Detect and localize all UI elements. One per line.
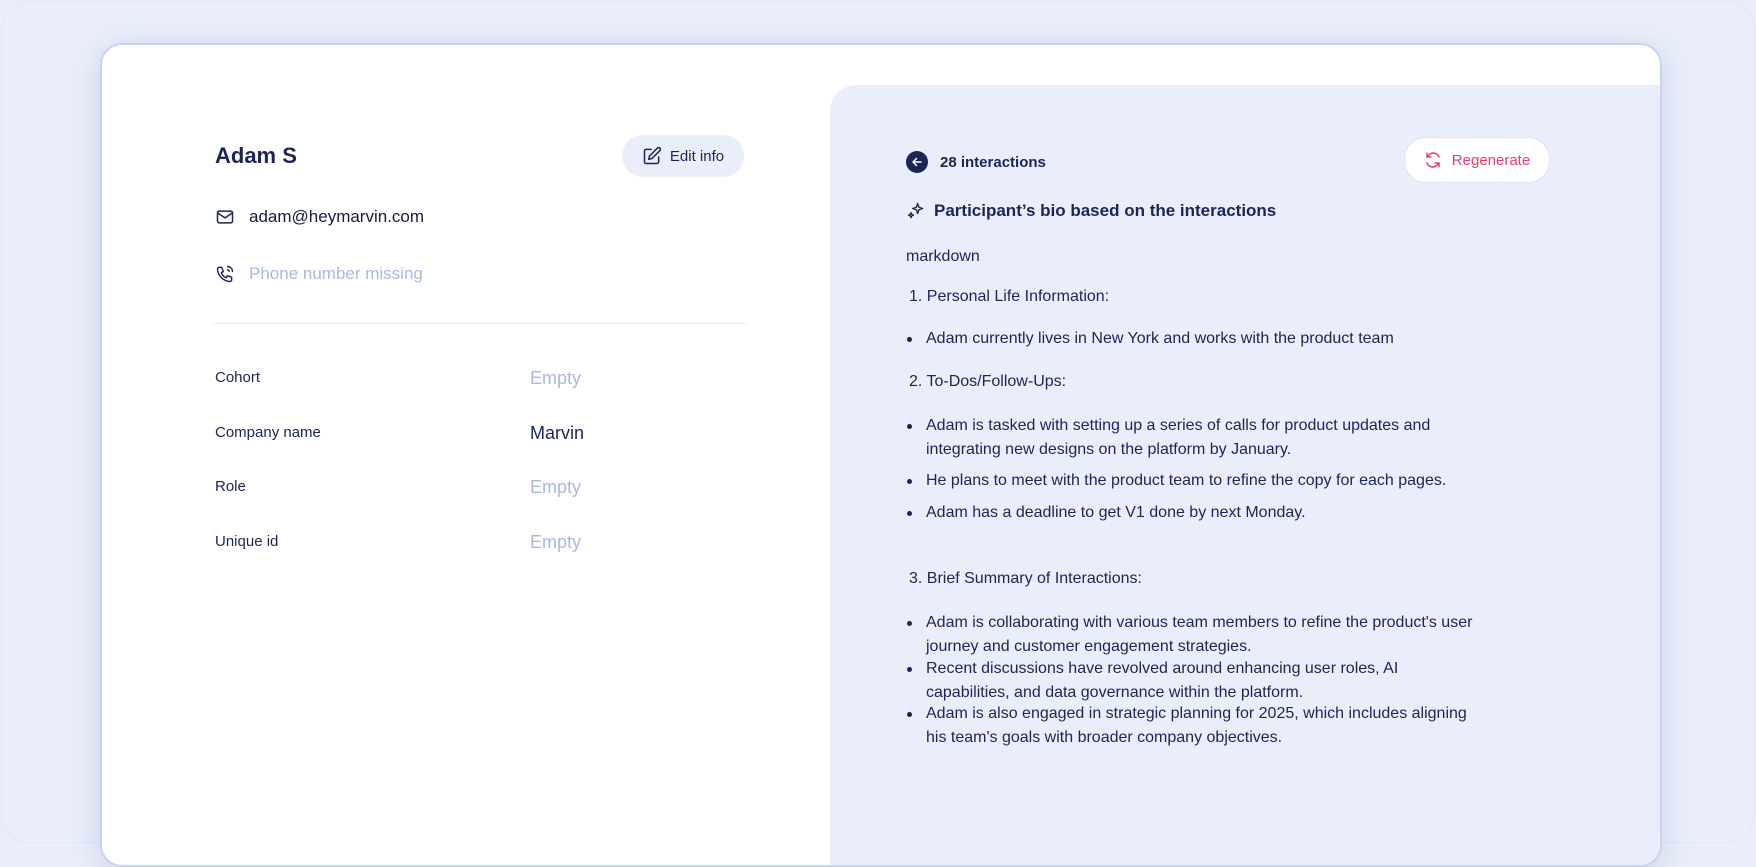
arrow-left-circle-icon (906, 151, 928, 173)
field-label-unique-id: Unique id (215, 533, 279, 550)
interactions-back-link[interactable]: 28 interactions (906, 151, 1046, 173)
refresh-icon (1424, 151, 1442, 169)
list-item: Adam has a deadline to get V1 done by ne… (906, 501, 1486, 525)
participant-card: Adam S Edit info adam@heymarvin.com Phon… (100, 43, 1662, 867)
pencil-square-icon (642, 146, 662, 166)
regenerate-label: Regenerate (1451, 151, 1531, 169)
section-heading-3: 3. Brief Summary of Interactions: (909, 570, 1142, 587)
envelope-icon (215, 207, 235, 227)
field-label-company-name: Company name (215, 424, 321, 441)
field-value-role[interactable]: Empty (530, 477, 581, 498)
list-item: Adam is also engaged in strategic planni… (906, 702, 1486, 750)
phone-placeholder[interactable]: Phone number missing (249, 264, 423, 284)
list-item: Recent discussions have revolved around … (906, 657, 1486, 705)
list-item: Adam is collaborating with various team … (906, 611, 1486, 659)
edit-info-label: Edit info (669, 147, 725, 165)
field-label-cohort: Cohort (215, 369, 261, 386)
email-row: adam@heymarvin.com (215, 207, 424, 227)
section-heading-2: 2. To-Dos/Follow-Ups: (909, 373, 1067, 390)
field-label-role: Role (215, 478, 246, 495)
section-heading-1: 1. Personal Life Information: (909, 288, 1110, 305)
bio-heading: Participant’s bio based on the interacti… (906, 200, 1276, 222)
field-value-cohort[interactable]: Empty (530, 368, 581, 389)
edit-info-button[interactable]: Edit info (622, 135, 744, 177)
participant-name: Adam S (215, 143, 297, 168)
sparkles-icon (906, 200, 926, 222)
interactions-count: 28 interactions (940, 153, 1046, 171)
bio-format-word: markdown (906, 248, 980, 265)
phone-row: Phone number missing (215, 264, 423, 284)
bio-title: Participant’s bio based on the interacti… (934, 201, 1277, 220)
phone-icon (215, 264, 235, 284)
field-value-company-name[interactable]: Marvin (530, 423, 584, 444)
divider (214, 323, 746, 324)
email-value[interactable]: adam@heymarvin.com (249, 207, 424, 227)
field-value-unique-id[interactable]: Empty (530, 532, 581, 553)
bio-panel: 28 interactions Regenerate Participant’s… (830, 85, 1660, 865)
list-item: He plans to meet with the product team t… (906, 469, 1526, 493)
list-item: Adam is tasked with setting up a series … (906, 414, 1486, 462)
list-item: Adam currently lives in New York and wor… (906, 327, 1486, 351)
regenerate-button[interactable]: Regenerate (1404, 137, 1550, 183)
